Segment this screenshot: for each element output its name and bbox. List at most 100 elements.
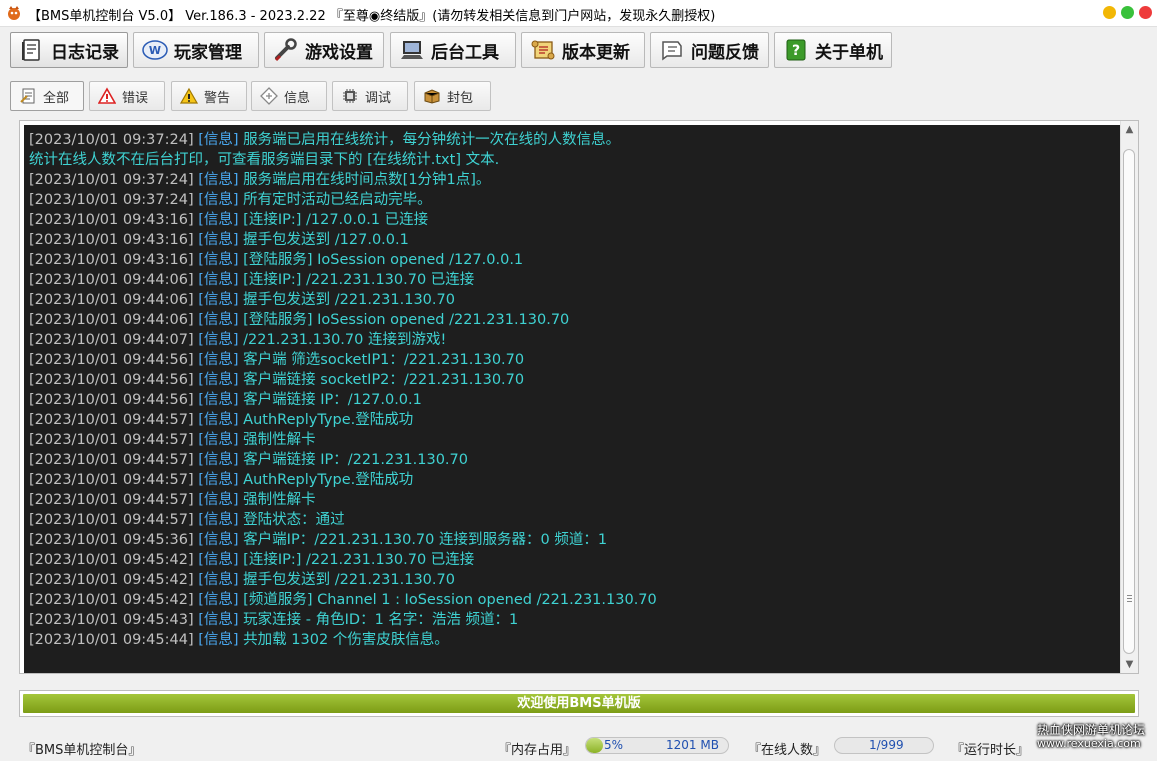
filter-label: 封包	[447, 90, 474, 106]
welcome-text: 欢迎使用BMS单机版	[23, 694, 1135, 713]
log-message: 客户端链接 socketIP2：/221.231.130.70	[243, 372, 525, 388]
log-message: AuthReplyType.登陆成功	[243, 412, 414, 428]
watermark-line1: 热血侠网游单机论坛	[1037, 723, 1146, 737]
log-timestamp: [2023/10/01 09:45:43]	[29, 612, 194, 628]
filter-error[interactable]: 错误	[89, 81, 165, 111]
status-app-label: 『BMS单机控制台』	[22, 743, 142, 758]
tab-label: 后台工具	[431, 42, 499, 63]
log-timestamp: [2023/10/01 09:44:56]	[29, 372, 194, 388]
log-message: 强制性解卡	[243, 492, 316, 508]
log-level: [信息]	[198, 212, 239, 228]
scroll-grip-icon	[1127, 595, 1132, 604]
memory-value: 1201 MB	[666, 738, 719, 752]
tab-label: 游戏设置	[305, 42, 373, 63]
log-timestamp: [2023/10/01 09:44:57]	[29, 432, 194, 448]
log-line: [2023/10/01 09:44:06] [信息] 握手包发送到 /221.2…	[29, 290, 1120, 310]
log-timestamp: [2023/10/01 09:44:56]	[29, 392, 194, 408]
tab-label: 关于单机	[815, 42, 883, 63]
log-line: [2023/10/01 09:45:42] [信息] [频道服务] Channe…	[29, 590, 1120, 610]
log-level: [信息]	[198, 292, 239, 308]
filter-packet[interactable]: 封包	[414, 81, 491, 111]
log-timestamp: [2023/10/01 09:44:06]	[29, 272, 194, 288]
status-bar: 『BMS单机控制台』 『内存占用』 5% 1201 MB 『在线人数』 1/99…	[0, 731, 1157, 761]
minimize-button[interactable]	[1103, 6, 1116, 19]
svg-text:W: W	[149, 44, 161, 57]
warning-triangle-icon	[179, 87, 199, 105]
filter-all[interactable]: 全部	[10, 81, 84, 111]
log-level: [信息]	[198, 572, 239, 588]
scroll-thumb[interactable]	[1123, 149, 1135, 654]
scroll-down-icon[interactable]: ▼	[1121, 656, 1138, 673]
app-logo-icon	[6, 5, 22, 21]
log-timestamp: [2023/10/01 09:44:57]	[29, 492, 194, 508]
log-level: [信息]	[198, 512, 239, 528]
log-timestamp: [2023/10/01 09:37:24]	[29, 172, 194, 188]
log-line: [2023/10/01 09:44:06] [信息] [连接IP:] /221.…	[29, 270, 1120, 290]
tab-feedback[interactable]: 问题反馈	[650, 32, 769, 68]
tab-version-update[interactable]: 版本更新	[521, 32, 645, 68]
svg-text:?: ?	[792, 43, 800, 59]
log-console[interactable]: [2023/10/01 09:37:24] [信息] 服务端已启用在线统计，每分…	[24, 125, 1120, 673]
filter-label: 全部	[43, 90, 70, 106]
log-message: [连接IP:] /221.231.130.70 已连接	[243, 552, 475, 568]
log-timestamp: [2023/10/01 09:44:06]	[29, 292, 194, 308]
log-timestamp: [2023/10/01 09:44:57]	[29, 452, 194, 468]
tab-player-management[interactable]: W 玩家管理	[133, 32, 259, 68]
maximize-button[interactable]	[1121, 6, 1134, 19]
log-timestamp: [2023/10/01 09:43:16]	[29, 252, 194, 268]
filter-debug[interactable]: 调试	[332, 81, 408, 111]
welcome-bar: 欢迎使用BMS单机版	[19, 690, 1139, 717]
word-doc-icon: W	[142, 38, 168, 62]
log-line: [2023/10/01 09:37:24] [信息] 所有定时活动已经启动完毕。	[29, 190, 1120, 210]
log-line: [2023/10/01 09:43:16] [信息] [连接IP:] /127.…	[29, 210, 1120, 230]
debug-chip-icon	[341, 87, 359, 105]
log-level: [信息]	[198, 592, 239, 608]
filter-info[interactable]: 信息	[251, 81, 327, 111]
all-log-icon	[19, 87, 37, 105]
packet-box-icon	[423, 87, 441, 105]
filter-label: 信息	[284, 90, 311, 106]
log-level: [信息]	[198, 552, 239, 568]
log-timestamp: [2023/10/01 09:37:24]	[29, 192, 194, 208]
log-level: [信息]	[198, 392, 239, 408]
log-line: [2023/10/01 09:45:43] [信息] 玩家连接 - 角色ID：1…	[29, 610, 1120, 630]
log-level: [信息]	[198, 332, 239, 348]
title-bar: 【BMS单机控制台 V5.0】 Ver.186.3 - 2023.2.22 『至…	[0, 0, 1157, 27]
scroll-up-icon[interactable]: ▲	[1121, 121, 1138, 138]
log-message: 握手包发送到 /221.231.130.70	[243, 292, 455, 308]
log-scrollbar[interactable]: ▲ ▼	[1120, 121, 1138, 673]
tab-game-settings[interactable]: 游戏设置	[264, 32, 384, 68]
close-button[interactable]	[1139, 6, 1152, 19]
log-level: [信息]	[198, 192, 239, 208]
filter-label: 调试	[365, 90, 392, 106]
info-diamond-icon	[260, 87, 278, 105]
log-timestamp: [2023/10/01 09:45:42]	[29, 592, 194, 608]
log-message: 所有定时活动已经启动完毕。	[243, 192, 432, 208]
watermark-line2: www.rexuexia.com	[1037, 737, 1141, 750]
chat-bubble-icon	[659, 38, 685, 62]
log-level: [信息]	[198, 352, 239, 368]
scroll-icon	[530, 38, 556, 62]
log-line: [2023/10/01 09:45:42] [信息] 握手包发送到 /221.2…	[29, 570, 1120, 590]
log-level: [信息]	[198, 272, 239, 288]
log-line: [2023/10/01 09:44:57] [信息] AuthReplyType…	[29, 410, 1120, 430]
log-message: 握手包发送到 /127.0.0.1	[243, 232, 409, 248]
log-level: [信息]	[198, 632, 239, 648]
log-message: /221.231.130.70 连接到游戏!	[243, 332, 447, 348]
filter-warning[interactable]: 警告	[171, 81, 247, 111]
log-line: [2023/10/01 09:44:57] [信息] 强制性解卡	[29, 490, 1120, 510]
tab-about[interactable]: ? 关于单机	[774, 32, 892, 68]
log-line: 统计在线人数不在后台打印，可查看服务端目录下的 [在线统计.txt] 文本.	[29, 150, 1120, 170]
log-line: [2023/10/01 09:44:57] [信息] 强制性解卡	[29, 430, 1120, 450]
log-line: [2023/10/01 09:45:36] [信息] 客户端IP：/221.23…	[29, 530, 1120, 550]
log-line: [2023/10/01 09:44:06] [信息] [登陆服务] IoSess…	[29, 310, 1120, 330]
log-level: [信息]	[198, 372, 239, 388]
log-message: 客户端链接 IP：/221.231.130.70	[243, 452, 468, 468]
tab-label: 日志记录	[51, 42, 119, 63]
log-timestamp: [2023/10/01 09:44:07]	[29, 332, 194, 348]
log-timestamp: [2023/10/01 09:45:42]	[29, 552, 194, 568]
tab-backend-tools[interactable]: 后台工具	[390, 32, 516, 68]
log-line: [2023/10/01 09:37:24] [信息] 服务端已启用在线统计，每分…	[29, 130, 1120, 150]
log-line: [2023/10/01 09:44:07] [信息] /221.231.130.…	[29, 330, 1120, 350]
tab-log-records[interactable]: 日志记录	[10, 32, 128, 68]
